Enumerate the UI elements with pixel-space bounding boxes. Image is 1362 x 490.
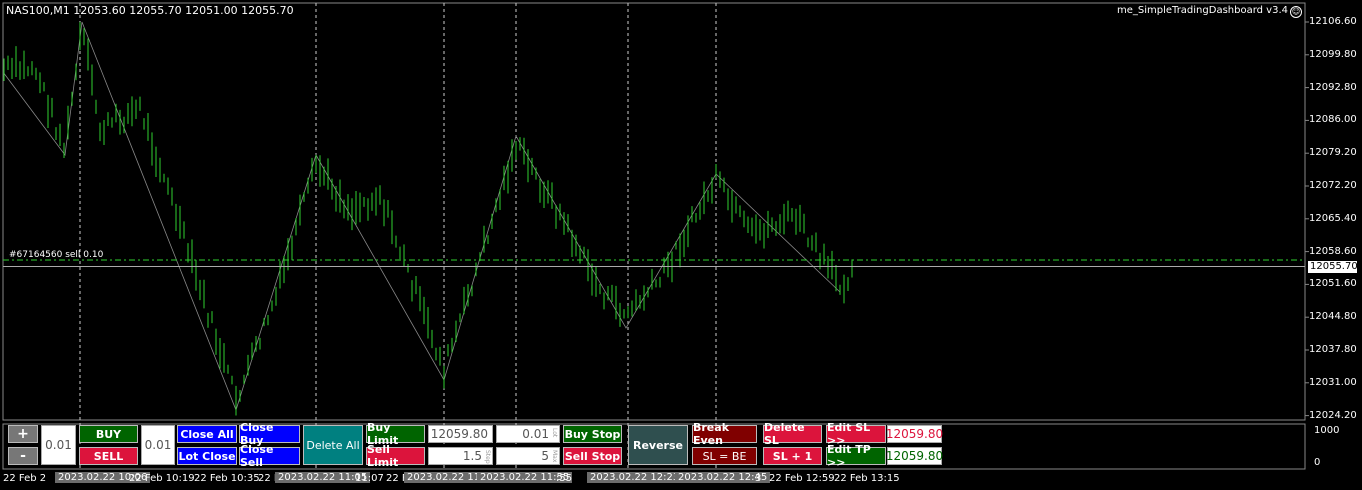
lot-close-button[interactable]: Lot Close [177, 447, 237, 465]
time-label: 22 Feb 10:19 [129, 473, 195, 484]
pending-step-value: 1.5 [462, 449, 482, 463]
sl-plus-one-button[interactable]: SL + 1 [763, 447, 822, 465]
price-label: 12065.40 [1309, 212, 1357, 224]
time-label: 11:07 [355, 473, 384, 484]
price-label: 12106.60 [1309, 16, 1357, 27]
price-chart[interactable] [0, 0, 1362, 490]
sl-value-input[interactable]: 12059.80 [886, 425, 943, 443]
time-label: 22 Feb 10:35 [194, 473, 260, 484]
time-label: 22 Feb 12:59 [769, 473, 835, 484]
price-label: 12031.00 [1309, 376, 1357, 388]
price-label: 12079.20 [1309, 147, 1357, 159]
buy-limit-button[interactable]: Buy Limit [366, 421, 425, 447]
time-label: 3 [755, 473, 762, 484]
time-label: 22 Feb 13:15 [834, 473, 900, 484]
pending-step-input[interactable]: 1.5 Step [428, 447, 493, 465]
sell-stop-button[interactable]: Sell Stop [563, 447, 622, 465]
price-label: 12092.80 [1309, 81, 1357, 93]
smiley-icon: ☺ [1290, 6, 1302, 18]
pending-lot-input[interactable]: 0.01 Lot [496, 425, 560, 443]
delete-all-button[interactable]: Delete All [303, 425, 363, 465]
pending-max-value: 5 [541, 449, 549, 463]
buy-stop-button[interactable]: Buy Stop [563, 425, 622, 443]
time-label: 22 Feb 2 [3, 473, 47, 484]
ea-name-text: me_SimpleTradingDashboard v3.4 [1117, 5, 1288, 16]
lot-caption: Lot [551, 428, 558, 438]
price-label: 12044.80 [1309, 311, 1357, 323]
symbol-info: NAS100,M1 12053.60 12055.70 12051.00 120… [6, 4, 294, 17]
zigzag-indicator [2, 21, 841, 412]
lot-plus-button[interactable]: + [8, 425, 38, 443]
zigzag-line [2, 21, 841, 412]
time-label: :55 [556, 473, 573, 484]
close-all-button[interactable]: Close All [177, 425, 237, 443]
edit-tp-button[interactable]: Edit TP >> [826, 443, 886, 469]
chart-frame [2, 2, 1306, 421]
max-caption: Max [551, 450, 558, 463]
lot-minus-button[interactable]: - [8, 447, 38, 465]
pending-price-input[interactable]: 12059.80 [428, 425, 493, 443]
step-caption: Step [484, 450, 491, 464]
close-lot-input[interactable]: 0.01 [141, 425, 175, 465]
delete-sl-button[interactable]: Delete SL [763, 421, 822, 447]
price-label: 12099.80 [1309, 48, 1357, 60]
price-label: 12058.60 [1309, 245, 1357, 257]
sl-be-button[interactable]: SL = BE [692, 447, 757, 465]
close-buy-button[interactable]: Close Buy [239, 421, 300, 447]
candles [3, 22, 853, 416]
sell-button[interactable]: SELL [79, 447, 138, 465]
lot-input[interactable]: 0.01 [41, 425, 76, 465]
order-label: #67164560 sell 0.10 [9, 250, 104, 260]
price-label: 12024.20 [1309, 409, 1357, 421]
current-price-box: 12055.70 [1308, 261, 1358, 273]
period-separators [79, 3, 717, 469]
price-label: 12051.60 [1309, 278, 1357, 290]
sell-limit-button[interactable]: Sell Limit [366, 443, 425, 469]
price-label: 12086.00 [1309, 114, 1357, 126]
buy-button[interactable]: BUY [79, 425, 138, 443]
ea-name: me_SimpleTradingDashboard v3.4 ☺ [1117, 5, 1302, 18]
volume-label-min: 0 [1314, 457, 1321, 468]
pending-lot-value: 0.01 [522, 427, 549, 441]
volume-label-max: 1000 [1314, 425, 1340, 436]
close-sell-button[interactable]: Close Sell [239, 443, 300, 469]
edit-sl-button[interactable]: Edit SL >> [826, 421, 886, 447]
price-label: 12072.20 [1309, 180, 1357, 191]
break-even-button[interactable]: Break Even [692, 421, 757, 447]
pending-max-input[interactable]: 5 Max [496, 447, 560, 465]
tp-value-input[interactable]: 12059.80 [886, 447, 943, 465]
time-crosshair-label: 2023.02.22 12:23 [587, 472, 683, 483]
reverse-button[interactable]: Reverse [628, 425, 688, 465]
price-label: 12037.80 [1309, 344, 1357, 355]
